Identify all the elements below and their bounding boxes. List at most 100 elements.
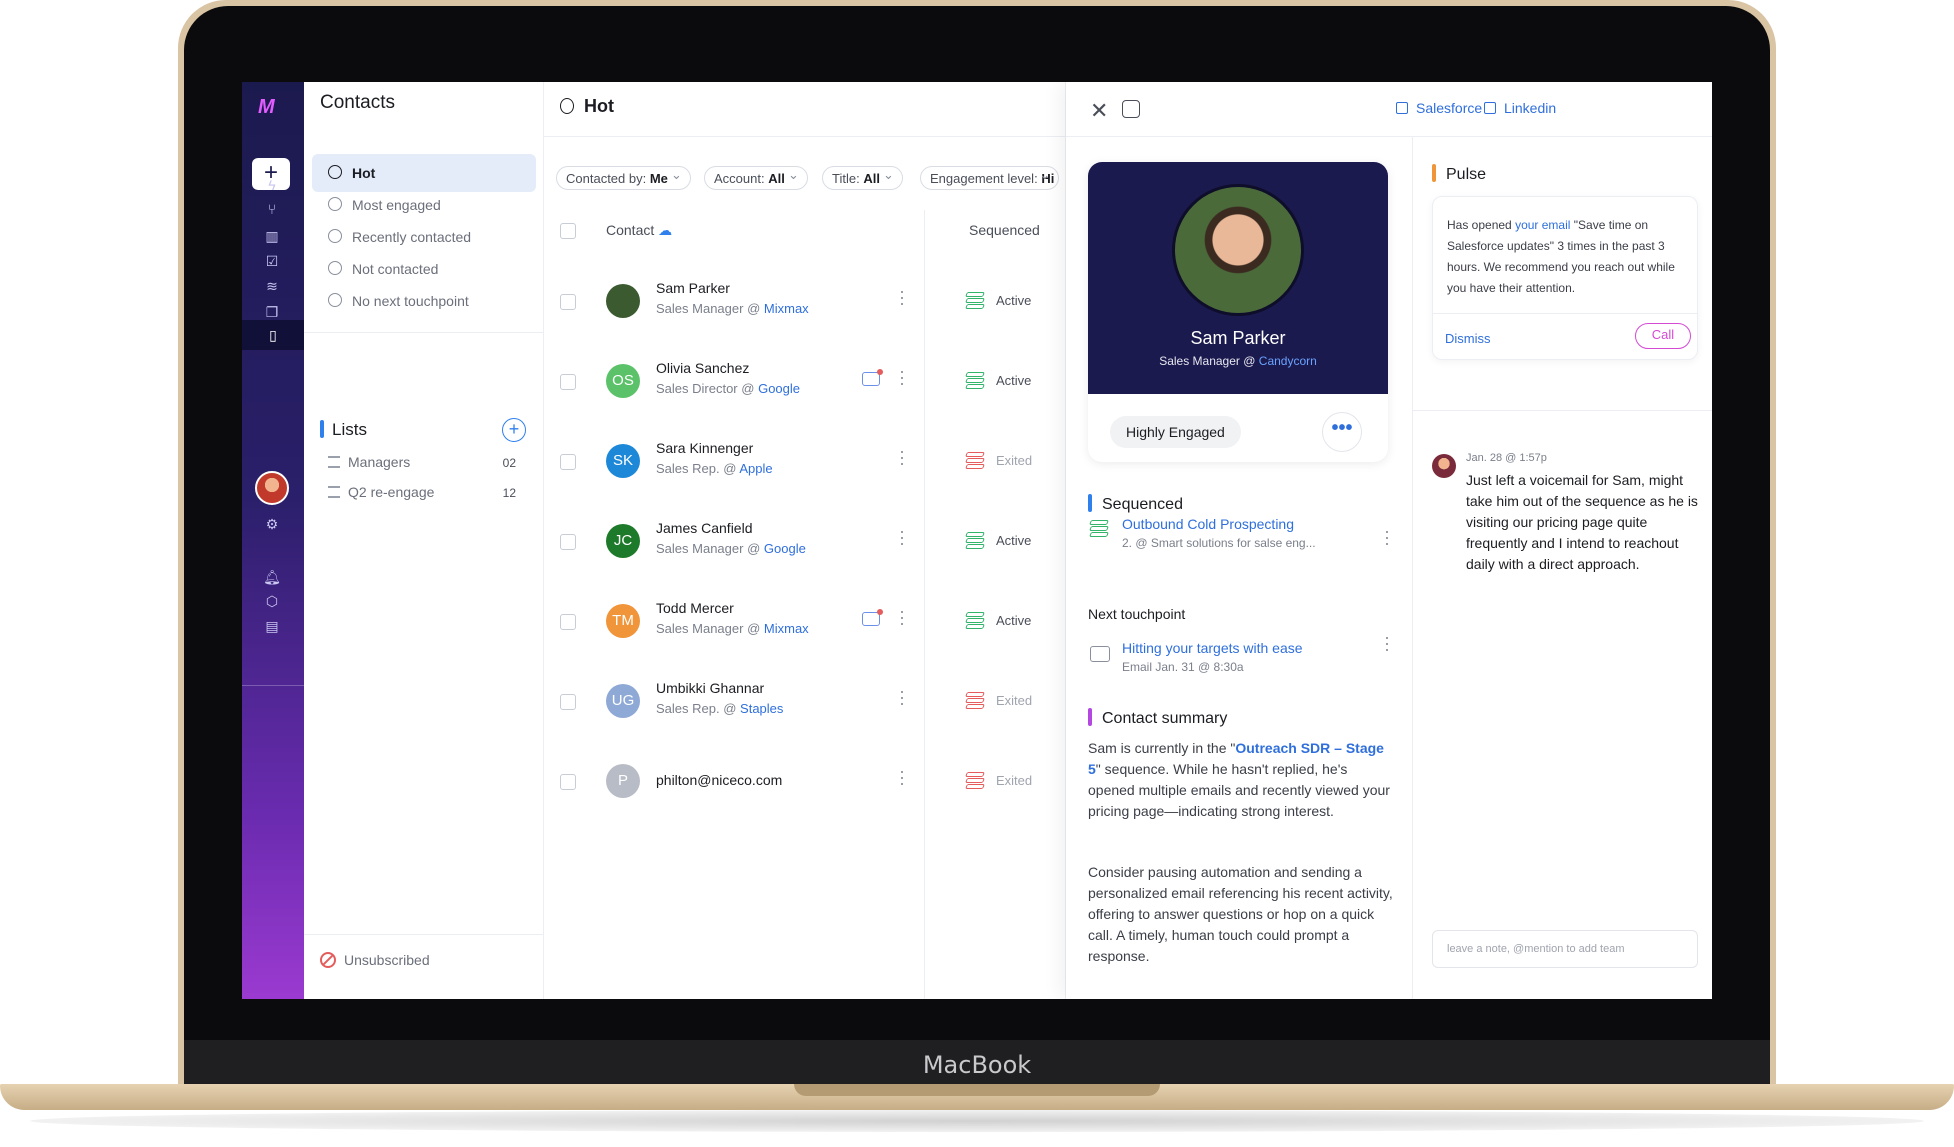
row-checkbox[interactable]: [560, 694, 576, 710]
table-row[interactable]: Pphilton@niceco.com · · · Exited: [544, 742, 1066, 822]
contact-name[interactable]: Sara Kinnenger: [656, 440, 753, 456]
company-link[interactable]: Google: [758, 381, 800, 396]
contact-name[interactable]: James Canfield: [656, 520, 753, 536]
table-title: Hot: [560, 96, 614, 117]
call-button[interactable]: Call: [1635, 323, 1691, 349]
note-author-avatar: [1432, 454, 1456, 478]
row-checkbox[interactable]: [560, 774, 576, 790]
expand-icon[interactable]: [1122, 100, 1140, 118]
contacts-icon[interactable]: ▯: [242, 320, 304, 350]
next-touchpoint-heading: Next touchpoint: [1088, 606, 1186, 622]
company-link[interactable]: Apple: [739, 461, 772, 476]
column-header-sequenced[interactable]: Sequenced: [969, 222, 1040, 238]
row-menu-icon[interactable]: · · ·: [899, 362, 905, 392]
view-label: Recently contacted: [352, 229, 472, 245]
sequence-status: Exited: [996, 453, 1033, 468]
book-icon[interactable]: ▤: [263, 617, 281, 635]
graduation-icon[interactable]: ⬡: [263, 592, 281, 610]
filter-value: All: [863, 171, 880, 186]
row-menu-icon[interactable]: · · ·: [899, 282, 905, 312]
layers-icon[interactable]: ≋: [263, 277, 281, 295]
row-checkbox[interactable]: [560, 454, 576, 470]
settings-icon[interactable]: ⚙: [263, 515, 281, 533]
salesforce-link[interactable]: Salesforce: [1396, 100, 1482, 116]
contact-name[interactable]: philton@niceco.com: [656, 772, 782, 788]
more-actions-button[interactable]: •••: [1322, 412, 1362, 452]
view-no-next-touchpoint[interactable]: No next touchpoint: [312, 282, 536, 320]
sequence-status: Exited: [996, 773, 1033, 788]
filter-account[interactable]: Account: All: [704, 166, 808, 190]
touchpoint-menu-icon[interactable]: · · ·: [1384, 628, 1390, 658]
sequence-status-icon: [965, 612, 985, 629]
app-logo[interactable]: M: [258, 96, 286, 118]
list-label: Q2 re-engage: [348, 484, 435, 500]
your-email-link[interactable]: your email: [1515, 218, 1570, 232]
company-link[interactable]: Mixmax: [764, 301, 809, 316]
table-row[interactable]: UG Umbikki Ghannar Sales Rep. @ Staples · · ·…: [544, 662, 1066, 742]
touchpoint-link[interactable]: Hitting your targets with ease: [1122, 640, 1303, 656]
contact-name[interactable]: Todd Mercer: [656, 600, 734, 616]
row-checkbox[interactable]: [560, 374, 576, 390]
email-alert-icon[interactable]: [862, 369, 883, 386]
row-menu-icon[interactable]: · · ·: [899, 762, 905, 792]
view-label: Most engaged: [352, 197, 441, 213]
company-link[interactable]: Staples: [740, 701, 783, 716]
company-link[interactable]: Mixmax: [764, 621, 809, 636]
table-row[interactable]: OS Olivia Sanchez Sales Director @ Google ·…: [544, 342, 1066, 422]
note-input[interactable]: leave a note, @mention to add team: [1432, 930, 1698, 968]
contact-title: Sales Manager: [656, 621, 744, 636]
contact-role: Sales Manager @ Mixmax: [656, 301, 809, 316]
filter-title[interactable]: Title: All: [822, 166, 903, 190]
row-menu-icon[interactable]: · · ·: [899, 682, 905, 712]
close-icon[interactable]: ✕: [1090, 98, 1108, 124]
add-list-button[interactable]: +: [502, 418, 526, 442]
contact-role: Sales Director @ Google: [656, 381, 800, 396]
cloud-upload-icon[interactable]: ☁: [658, 222, 672, 238]
user-avatar[interactable]: [255, 471, 289, 505]
task-icon[interactable]: ☑: [263, 252, 281, 270]
company-link[interactable]: Google: [764, 541, 806, 556]
table-row[interactable]: JC James Canfield Sales Manager @ Google · ·…: [544, 502, 1066, 582]
sequence-menu-icon[interactable]: · · ·: [1384, 522, 1390, 552]
contact-detail-panel: ✕ Salesforce Linkedin Sam Parker Sales M…: [1066, 82, 1712, 999]
contact-name[interactable]: Olivia Sanchez: [656, 360, 749, 376]
row-menu-icon[interactable]: · · ·: [899, 522, 905, 552]
contact-role: Sales Manager @ Mixmax: [656, 621, 809, 636]
row-checkbox[interactable]: [560, 294, 576, 310]
profile-company-link[interactable]: Candycorn: [1259, 354, 1317, 368]
laptop-frame: MacBook M + ϟ ⑂ ▥ ☑ ≋ ❐ ▯ ⚙ 🔔︎ ⬡ ▤ Conta…: [0, 0, 1954, 1147]
salesforce-label: Salesforce: [1416, 100, 1483, 116]
linkedin-link[interactable]: Linkedin: [1484, 100, 1556, 116]
branch-icon[interactable]: ⑂: [263, 200, 281, 218]
contact-name[interactable]: Umbikki Ghannar: [656, 680, 764, 696]
rail-divider: [242, 685, 304, 686]
filter-engagement-level[interactable]: Engagement level: Hi: [920, 166, 1060, 190]
unsubscribed-link[interactable]: Unsubscribed: [320, 952, 430, 968]
table-row[interactable]: SK Sara Kinnenger Sales Rep. @ Apple · · · Exi…: [544, 422, 1066, 502]
table-row[interactable]: Sam Parker Sales Manager @ Mixmax · · · Activ…: [544, 262, 1066, 342]
lists-heading: Lists: [332, 420, 367, 439]
email-alert-icon[interactable]: [862, 609, 883, 626]
row-checkbox[interactable]: [560, 614, 576, 630]
select-all-checkbox[interactable]: [560, 223, 576, 239]
row-menu-icon[interactable]: · · ·: [899, 442, 905, 472]
laptop-shadow: [30, 1110, 1924, 1132]
table-header-divider: [544, 136, 1066, 137]
contact-name[interactable]: Sam Parker: [656, 280, 730, 296]
profile-at: @: [1243, 354, 1256, 368]
bell-icon[interactable]: 🔔︎: [263, 568, 281, 586]
lightning-icon[interactable]: ϟ: [263, 176, 281, 194]
contact-avatar: OS: [606, 364, 640, 398]
sequence-link[interactable]: Outbound Cold Prospecting: [1122, 516, 1294, 532]
table-row[interactable]: TM Todd Mercer Sales Manager @ Mixmax · · · Ac…: [544, 582, 1066, 662]
row-menu-icon[interactable]: · · ·: [899, 602, 905, 632]
column-header-contact[interactable]: Contact ☁: [606, 222, 672, 239]
sidebar-divider: [304, 332, 544, 333]
bar-chart-icon[interactable]: ▥: [263, 227, 281, 245]
copy-icon[interactable]: ❐: [263, 303, 281, 321]
row-checkbox[interactable]: [560, 534, 576, 550]
filter-contacted-by[interactable]: Contacted by: Me: [556, 166, 691, 190]
profile-role-title: Sales Manager: [1159, 354, 1240, 368]
dismiss-button[interactable]: Dismiss: [1445, 331, 1491, 346]
app-screen: M + ϟ ⑂ ▥ ☑ ≋ ❐ ▯ ⚙ 🔔︎ ⬡ ▤ Contacts Hot: [242, 82, 1712, 999]
